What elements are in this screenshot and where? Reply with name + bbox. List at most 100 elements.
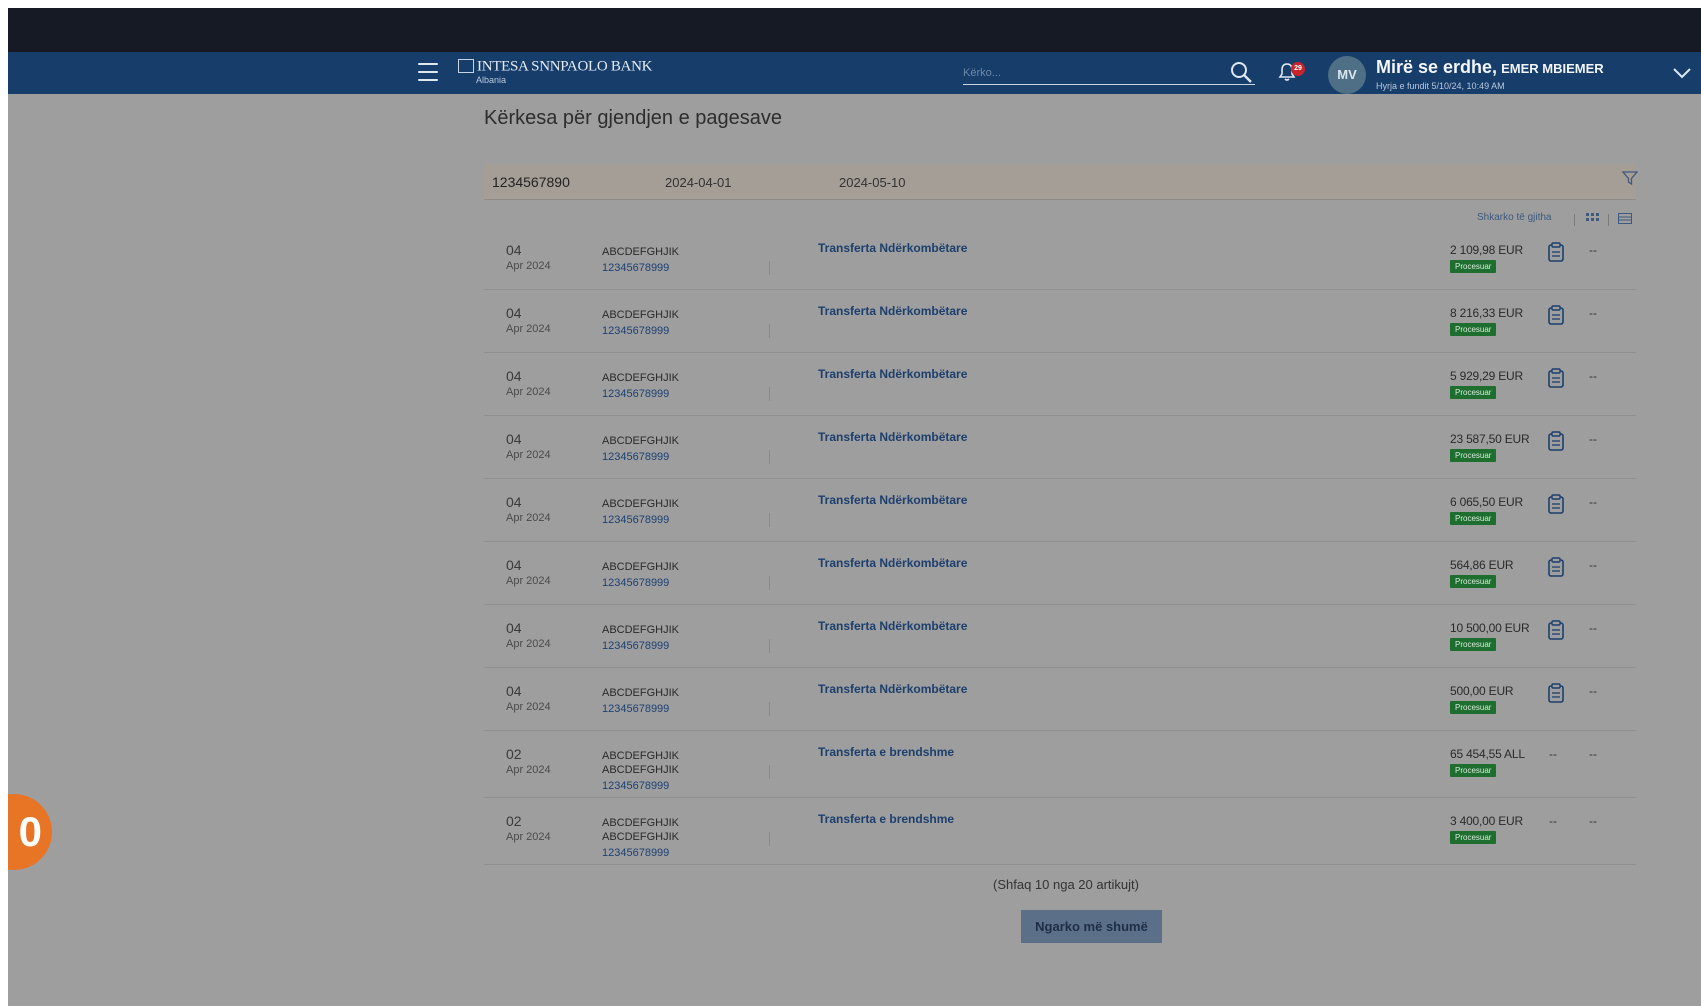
payment-row[interactable]: 04 Apr 2024 ABCDEFGHJIK 12345678999 Transfer… [484,227,1636,290]
account-number-link[interactable]: 12345678999 [602,779,679,793]
account-number-link[interactable]: 12345678999 [602,846,679,860]
document-icon[interactable] [1547,305,1565,325]
document-icon[interactable] [1547,494,1565,514]
row-extra: -- [1589,558,1597,572]
download-all-link[interactable]: Shkarko të gjitha [1477,212,1552,223]
row-extra: -- [1589,621,1597,635]
column-divider [769,513,770,527]
search-box [963,58,1255,85]
logo-mark-icon [458,58,474,73]
beneficiary-block: ABCDEFGHJIK ABCDEFGHJIK 12345678999 [602,816,679,860]
beneficiary-name: ABCDEFGHJIK [602,817,680,829]
account-number-link[interactable]: 12345678999 [602,387,679,401]
payment-type-link[interactable]: Transferta Ndërkombëtare [818,493,967,507]
status-badge: Procesuar [1450,764,1497,777]
payment-month: Apr 2024 [506,386,551,398]
row-extra: -- [1589,432,1597,446]
payment-amount: 6 065,50 EUR [1450,495,1523,509]
avatar[interactable]: MV [1328,56,1366,94]
payment-type-link[interactable]: Transferta Ndërkombëtare [818,241,967,255]
menu-icon[interactable] [418,63,438,81]
payment-type-link[interactable]: Transferta Ndërkombëtare [818,430,967,444]
payment-type-link[interactable]: Transferta e brendshme [818,812,954,826]
payment-row[interactable]: 04 Apr 2024 ABCDEFGHJIK 12345678999 Transfer… [484,290,1636,353]
payment-row[interactable]: 04 Apr 2024 ABCDEFGHJIK 12345678999 Transfer… [484,416,1636,479]
filter-bar[interactable]: 1234567890 2024-04-01 2024-05-10 [484,164,1638,200]
filter-date-from[interactable]: 2024-04-01 [665,175,732,190]
app-frame: INTESA SNNPAOLO BANK Albania 29 MV Mirë … [8,8,1701,1006]
row-extra: -- [1589,747,1597,761]
status-badge: Procesuar [1450,386,1497,399]
payment-amount: 8 216,33 EUR [1450,306,1523,320]
pager-info: (Shfaq 10 nga 20 artikujt) [993,877,1139,892]
beneficiary-block: ABCDEFGHJIK 12345678999 [602,686,679,716]
list-view-icon[interactable] [1618,213,1633,225]
search-icon[interactable] [1229,60,1253,84]
payment-row[interactable]: 02 Apr 2024 ABCDEFGHJIK ABCDEFGHJIK 12345678… [484,731,1636,798]
payment-day: 04 [506,683,522,699]
payment-row[interactable]: 04 Apr 2024 ABCDEFGHJIK 12345678999 Transfer… [484,479,1636,542]
beneficiary-block: ABCDEFGHJIK 12345678999 [602,308,679,338]
payment-row[interactable]: 04 Apr 2024 ABCDEFGHJIK 12345678999 Transfer… [484,605,1636,668]
side-step-badge[interactable]: 0 [8,794,52,870]
payments-list: 04 Apr 2024 ABCDEFGHJIK 12345678999 Transfer… [484,227,1636,865]
document-icon[interactable] [1547,683,1565,703]
status-badge: Procesuar [1450,575,1497,588]
column-divider [769,832,770,846]
row-extra: -- [1589,306,1597,320]
payment-month: Apr 2024 [506,831,551,843]
account-number-link[interactable]: 12345678999 [602,576,679,590]
beneficiary-name: ABCDEFGHJIK [602,246,680,258]
status-badge: Procesuar [1450,831,1497,844]
document-icon[interactable] [1547,431,1565,451]
payment-row[interactable]: 04 Apr 2024 ABCDEFGHJIK 12345678999 Transfer… [484,542,1636,605]
browser-top-bar [8,8,1701,52]
account-number-link[interactable]: 12345678999 [602,324,679,338]
document-icon[interactable] [1547,368,1565,388]
payment-day: 04 [506,431,522,447]
payment-month: Apr 2024 [506,638,551,650]
payment-month: Apr 2024 [506,260,551,272]
filter-account[interactable]: 1234567890 [492,174,570,190]
column-divider [769,639,770,653]
filter-icon[interactable] [1622,170,1638,186]
account-number-link[interactable]: 12345678999 [602,513,679,527]
chevron-down-icon[interactable] [1671,64,1693,82]
payment-type-link[interactable]: Transferta Ndërkombëtare [818,619,967,633]
account-number-link[interactable]: 12345678999 [602,639,679,653]
payment-type-link[interactable]: Transferta Ndërkombëtare [818,367,967,381]
beneficiary-block: ABCDEFGHJIK 12345678999 [602,245,679,275]
payment-row[interactable]: 04 Apr 2024 ABCDEFGHJIK 12345678999 Transfer… [484,668,1636,731]
toolbar-divider [1608,214,1609,226]
payment-month: Apr 2024 [506,575,551,587]
bank-logo[interactable]: INTESA SNNPAOLO BANK Albania [458,58,652,85]
payment-type-link[interactable]: Transferta Ndërkombëtare [818,556,967,570]
document-icon[interactable] [1547,620,1565,640]
payment-row[interactable]: 02 Apr 2024 ABCDEFGHJIK ABCDEFGHJIK 12345678… [484,798,1636,865]
account-number-link[interactable]: 12345678999 [602,450,679,464]
document-icon[interactable] [1547,242,1565,262]
payment-type-link[interactable]: Transferta e brendshme [818,745,954,759]
beneficiary-name: ABCDEFGHJIK [602,435,680,447]
beneficiary-block: ABCDEFGHJIK 12345678999 [602,371,679,401]
payment-amount: 564,86 EUR [1450,558,1514,572]
payment-row[interactable]: 04 Apr 2024 ABCDEFGHJIK 12345678999 Transfer… [484,353,1636,416]
payment-month: Apr 2024 [506,764,551,776]
account-number-link[interactable]: 12345678999 [602,702,679,716]
document-icon[interactable] [1547,557,1565,577]
beneficiary-name: ABCDEFGHJIK [602,750,680,762]
grid-view-icon[interactable] [1586,213,1601,224]
payment-type-link[interactable]: Transferta Ndërkombëtare [818,304,967,318]
row-extra: -- [1589,684,1597,698]
payment-type-link[interactable]: Transferta Ndërkombëtare [818,682,967,696]
beneficiary-name: ABCDEFGHJIK [602,309,680,321]
search-input[interactable] [963,58,1213,84]
row-extra: -- [1589,369,1597,383]
beneficiary-name: ABCDEFGHJIK [602,624,680,636]
row-extra: -- [1589,495,1597,509]
filter-date-to[interactable]: 2024-05-10 [839,175,906,190]
beneficiary-name: ABCDEFGHJIK [602,372,680,384]
load-more-button[interactable]: Ngarko më shumë [1021,910,1162,943]
payment-amount: 5 929,29 EUR [1450,369,1523,383]
account-number-link[interactable]: 12345678999 [602,261,679,275]
